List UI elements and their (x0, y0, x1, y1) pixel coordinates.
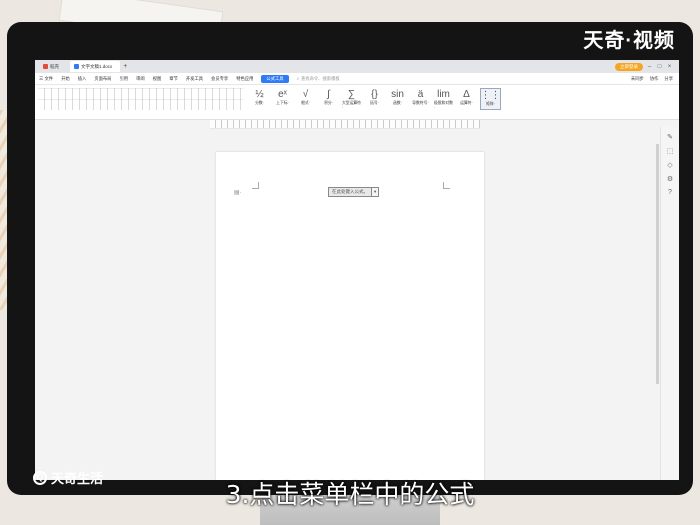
accent-tool[interactable]: ä 导数符号· (411, 88, 430, 110)
matrix-tool[interactable]: ⋮⋮ 矩阵· (480, 88, 501, 110)
sidebar-help-icon[interactable]: ? (661, 189, 679, 196)
fraction-tool[interactable]: ½ 分数· (250, 88, 269, 110)
login-button[interactable]: 立即登录 (615, 62, 643, 71)
menu-formula-tools[interactable]: 公式工具 (261, 74, 289, 83)
integral-icon: ∫ (327, 89, 330, 100)
script-icon: eˣ (278, 89, 287, 100)
tab-document[interactable]: 文字文稿1.docx (70, 61, 121, 72)
menubar-right: 未同步 协作 分享 (631, 76, 679, 82)
menu-review[interactable]: 审阅 (136, 76, 145, 82)
operator-icon: Δ (463, 89, 470, 100)
formula-dropdown-icon[interactable]: ▾ (372, 187, 380, 197)
sidebar-select-icon[interactable]: ⬚ (661, 147, 679, 155)
right-sidebar: ✎ ⬚ ◇ ⚙ ? (660, 127, 679, 480)
matrix-icon: ⋮⋮ (480, 90, 501, 101)
monitor-frame: 天奇·视频 稻壳 文字文稿1.docx + 立即登录 – □ × 三 文件 开始… (7, 22, 693, 495)
titlebar-right: 立即登录 – □ × (615, 62, 679, 71)
collab-button[interactable]: 协作 (650, 76, 659, 82)
script-label: 上下标· (276, 101, 289, 105)
radical-icon: √ (302, 89, 309, 100)
symbol-palette[interactable] (38, 88, 243, 110)
maximize-icon[interactable]: □ (656, 64, 663, 70)
menu-view[interactable]: 视图 (153, 76, 162, 82)
command-search-text: 查找命令、搜索模板 (301, 75, 340, 81)
menu-section[interactable]: 章节 (169, 76, 178, 82)
sidebar-tool-icon[interactable]: ⚙ (661, 175, 679, 183)
tab-home-label: 稻壳 (50, 63, 59, 69)
large-operator-icon: ∑ (347, 89, 356, 100)
limit-icon: lim (437, 89, 450, 100)
close-icon[interactable]: × (666, 64, 673, 70)
menu-file[interactable]: 三 文件 (39, 76, 53, 82)
script-tool[interactable]: eˣ 上下标· (273, 88, 292, 110)
minimize-icon[interactable]: – (646, 64, 653, 70)
menu-reference[interactable]: 引用 (119, 76, 128, 82)
sidebar-style-icon[interactable]: ✎ (661, 133, 679, 141)
bracket-label: 括号· (370, 101, 379, 105)
horizontal-ruler[interactable] (210, 120, 480, 129)
formula-placeholder[interactable]: 在此处键入公式。 (328, 187, 372, 197)
formula-box[interactable]: 在此处键入公式。 ▾ (328, 187, 380, 197)
menu-member[interactable]: 会员专享 (211, 76, 228, 82)
integral-tool[interactable]: ∫ 积分· (319, 88, 338, 110)
bracket-icon: {} (371, 89, 378, 100)
limit-tool[interactable]: lim 极限和对数· (434, 88, 453, 110)
sync-button[interactable]: 未同步 (631, 76, 644, 82)
integral-label: 积分· (324, 101, 333, 105)
share-button[interactable]: 分享 (664, 76, 673, 82)
function-icon: sin (391, 89, 404, 100)
video-subtitle: 3.点击菜单栏中的公式 (225, 480, 475, 509)
function-tool[interactable]: sin 函数· (388, 88, 407, 110)
tab-document-label: 文字文稿1.docx (81, 63, 113, 69)
menu-developer[interactable]: 开发工具 (186, 76, 203, 82)
fraction-icon: ½ (255, 89, 264, 100)
menu-features[interactable]: 特色应用 (236, 76, 253, 82)
tab-bar: 稻壳 文字文稿1.docx + 立即登录 – □ × (35, 60, 679, 73)
menu-insert[interactable]: 插入 (78, 76, 87, 82)
wps-home-icon (43, 64, 48, 69)
large-operator-label: 大型运算符· (342, 101, 361, 110)
new-tab-button[interactable]: + (123, 63, 127, 70)
search-icon: ⌕ (296, 76, 299, 81)
accent-label: 导数符号· (412, 101, 429, 105)
limit-label: 极限和对数· (434, 101, 453, 110)
operator-label: 运算符· (460, 101, 473, 105)
radical-tool[interactable]: √ 根式· (296, 88, 315, 110)
large-operator-tool[interactable]: ∑ 大型运算符· (342, 88, 361, 110)
fraction-label: 分数· (255, 101, 264, 105)
structure-tools: ½ 分数· eˣ 上下标· √ 根式· ∫ 积分· ∑ 大型运算符· {} 括号· sin 函… (250, 88, 501, 110)
watermark-top-right: 天奇·视频 (583, 30, 675, 52)
function-label: 函数· (393, 101, 402, 105)
wps-window: 稻壳 文字文稿1.docx + 立即登录 – □ × 三 文件 开始 插入 页面… (35, 60, 679, 480)
doc-icon (74, 64, 79, 69)
document-page[interactable]: ▤· 在此处键入公式。 ▾ (216, 152, 484, 480)
accent-icon: ä (417, 89, 424, 100)
margin-corner-left (252, 182, 259, 189)
matrix-label: 矩阵· (486, 102, 495, 106)
paragraph-icon: ▤· (234, 190, 242, 196)
command-search[interactable]: ⌕ 查找命令、搜索模板 (297, 76, 340, 82)
vertical-scrollbar[interactable] (656, 144, 659, 384)
operator-tool[interactable]: Δ 运算符· (457, 88, 476, 110)
radical-label: 根式· (301, 101, 310, 105)
formula-ribbon: ½ 分数· eˣ 上下标· √ 根式· ∫ 积分· ∑ 大型运算符· {} 括号· sin 函… (35, 85, 679, 120)
bracket-tool[interactable]: {} 括号· (365, 88, 384, 110)
tab-home[interactable]: 稻壳 (39, 61, 67, 72)
menu-bar: 三 文件 开始 插入 页面布局 引用 审阅 视图 章节 开发工具 会员专享 特色… (35, 73, 679, 85)
margin-corner-right (443, 182, 450, 189)
sidebar-shape-icon[interactable]: ◇ (661, 161, 679, 169)
menu-layout[interactable]: 页面布局 (94, 76, 111, 82)
menu-start[interactable]: 开始 (61, 76, 70, 82)
